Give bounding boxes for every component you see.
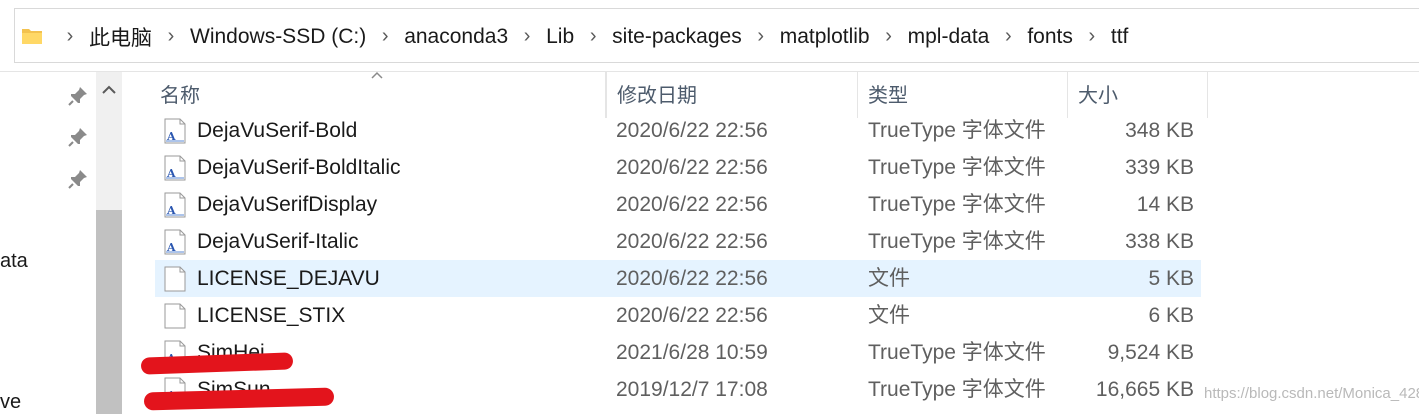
file-type: TrueType 字体文件 [868,193,1046,216]
pin-icon[interactable] [67,85,89,107]
file-date: 2021/6/28 10:59 [616,341,768,364]
breadcrumb-item[interactable]: fonts [1023,25,1077,49]
file-type: TrueType 字体文件 [868,230,1046,253]
breadcrumb: › 此电脑 › Windows-SSD (C:) › anaconda3 › Lib › site… [55,9,1132,64]
font-file-icon: A [164,118,186,144]
file-date: 2019/12/7 17:08 [616,378,768,401]
file-name: LICENSE_STIX [197,304,346,327]
breadcrumb-item[interactable]: matplotlib [776,25,874,49]
file-explorer-window: › 此电脑 › Windows-SSD (C:) › anaconda3 › Lib › site… [0,0,1419,414]
breadcrumb-separator-icon[interactable]: › [993,25,1023,48]
file-row[interactable]: A DejaVuSerif-Bold 2020/6/22 22:56 TrueType… [155,112,1201,149]
file-date: 2020/6/22 22:56 [616,230,768,253]
file-date: 2020/6/22 22:56 [616,304,768,327]
breadcrumb-item[interactable]: Lib [542,25,578,49]
breadcrumb-item[interactable]: anaconda3 [400,25,512,49]
file-row[interactable]: LICENSE_DEJAVU 2020/6/22 22:56 文件 5 KB [155,260,1201,297]
file-list: A DejaVuSerif-Bold 2020/6/22 22:56 TrueType… [155,112,1419,414]
address-bar: › 此电脑 › Windows-SSD (C:) › anaconda3 › Lib › site… [0,0,1419,72]
blank-file-icon [164,266,186,292]
nav-scrollbar-thumb[interactable] [96,210,122,414]
breadcrumb-separator-icon[interactable]: › [370,25,400,48]
pin-icon[interactable] [67,168,89,190]
file-row[interactable]: A DejaVuSerifDisplay 2020/6/22 22:56 TrueTy… [155,186,1201,223]
file-type: TrueType 字体文件 [868,119,1046,142]
file-type: 文件 [868,267,910,290]
watermark: https://blog.csdn.net/Monica_428 [1204,385,1419,402]
navigation-pane: i ata ve [0,72,122,414]
breadcrumb-item[interactable]: ttf [1107,25,1133,49]
breadcrumb-separator-icon[interactable]: › [874,25,904,48]
breadcrumb-item[interactable]: 此电脑 [85,22,156,52]
nav-item-label[interactable]: ve [0,391,21,414]
file-row[interactable]: LICENSE_STIX 2020/6/22 22:56 文件 6 KB [155,297,1201,334]
nav-scrollbar[interactable] [96,72,122,414]
file-size: 9,524 KB [1107,341,1194,364]
address-bar-field[interactable]: › 此电脑 › Windows-SSD (C:) › anaconda3 › Lib › site… [14,8,1419,63]
breadcrumb-separator-icon[interactable]: › [578,25,608,48]
file-size: 348 KB [1125,119,1194,142]
file-row[interactable]: ASimHei2021/6/28 10:59TrueType 字体文件9,524… [155,334,1201,371]
file-row[interactable]: A DejaVuSerif-Italic 2020/6/22 22:56 TrueTy… [155,223,1201,260]
file-date: 2020/6/22 22:56 [616,267,768,290]
file-name: DejaVuSerif-BoldItalic [197,156,401,179]
file-size: 6 KB [1148,304,1194,327]
file-type: 文件 [868,304,910,327]
breadcrumb-separator-icon[interactable]: › [156,25,186,48]
breadcrumb-item[interactable]: Windows-SSD (C:) [186,25,370,49]
file-date: 2020/6/22 22:56 [616,193,768,216]
font-file-icon: A [164,155,186,181]
file-type: TrueType 字体文件 [868,156,1046,179]
file-type: TrueType 字体文件 [868,378,1046,401]
file-type: TrueType 字体文件 [868,341,1046,364]
blank-file-icon [164,303,186,329]
breadcrumb-separator-icon[interactable]: › [55,25,85,48]
folder-icon [22,29,42,44]
font-file-icon: A [164,192,186,218]
breadcrumb-separator-icon[interactable]: › [746,25,776,48]
file-name: LICENSE_DEJAVU [197,267,380,290]
pin-icon[interactable] [67,126,89,148]
breadcrumb-separator-icon[interactable]: › [512,25,542,48]
file-name: DejaVuSerif-Bold [197,119,358,142]
file-size: 338 KB [1125,230,1194,253]
file-size: 339 KB [1125,156,1194,179]
scroll-up-arrow-icon[interactable] [96,78,122,102]
file-name: DejaVuSerifDisplay [197,193,378,216]
file-size: 5 KB [1148,267,1194,290]
font-file-icon: A [164,229,186,255]
file-name: DejaVuSerif-Italic [197,230,359,253]
file-date: 2020/6/22 22:56 [616,119,768,142]
file-size: 16,665 KB [1095,378,1194,401]
file-row[interactable]: A DejaVuSerif-BoldItalic 2020/6/22 22:56 Tr… [155,149,1201,186]
nav-item-label[interactable]: ata [0,250,28,273]
breadcrumb-separator-icon[interactable]: › [1077,25,1107,48]
breadcrumb-item[interactable]: site-packages [608,25,746,49]
breadcrumb-item[interactable]: mpl-data [904,25,994,49]
file-date: 2020/6/22 22:56 [616,156,768,179]
file-size: 14 KB [1136,193,1194,216]
